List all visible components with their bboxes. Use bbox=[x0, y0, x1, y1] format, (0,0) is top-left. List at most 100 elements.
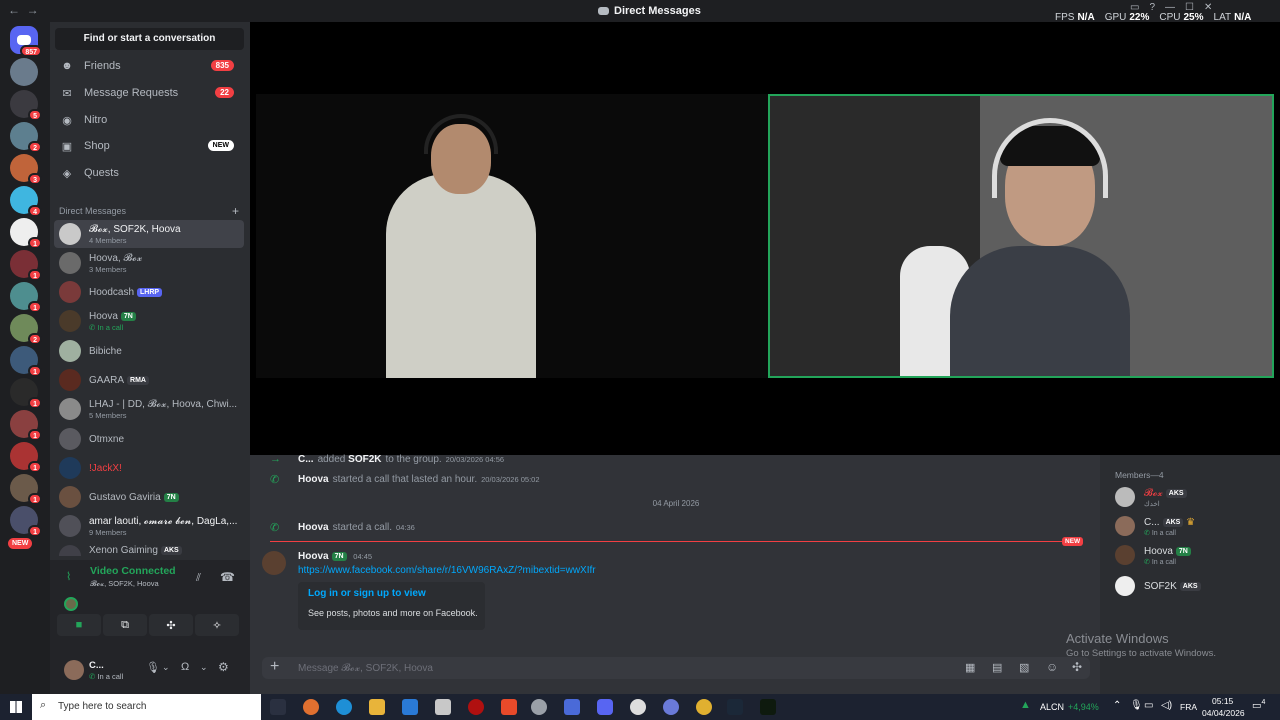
activities-button[interactable]: ✣ bbox=[149, 614, 193, 636]
server-icon[interactable]: 3 bbox=[10, 154, 42, 185]
message-author[interactable]: Hoova 7N 04:45 bbox=[298, 551, 372, 562]
clock-date[interactable]: 04/04/2026 bbox=[1202, 708, 1245, 718]
nav-arrows[interactable]: ← → bbox=[8, 3, 39, 17]
nav-nitro[interactable]: ◉ Nitro bbox=[54, 108, 244, 132]
dm-item[interactable]: Gustavo Gaviria 7N bbox=[54, 483, 244, 511]
member-item[interactable]: 𝓑𝓸𝔁 AKS اخدك bbox=[1115, 487, 1275, 511]
camera-icon: ■ bbox=[75, 619, 83, 631]
copilot-icon[interactable] bbox=[303, 699, 319, 715]
apps-icon[interactable]: ✣ bbox=[1072, 660, 1082, 674]
server-icon[interactable]: 5 bbox=[10, 90, 42, 121]
dm-item[interactable]: Hoova, 𝓑𝓸𝔁 3 Members bbox=[54, 249, 244, 277]
app-icon[interactable] bbox=[564, 699, 580, 715]
app-icon[interactable] bbox=[468, 699, 484, 715]
notifications-icon[interactable]: ▭4 bbox=[1252, 699, 1265, 711]
headphones-icon[interactable]: Ω bbox=[181, 661, 189, 673]
dm-item[interactable]: amar laouti, 𝓸𝓶𝓪𝓻𝓮 𝓫𝓮𝓷, DagLa,... 9 Membe… bbox=[54, 512, 244, 540]
task-view-icon[interactable] bbox=[270, 699, 286, 715]
disconnect-icon[interactable]: ☎ bbox=[220, 570, 235, 584]
gift-icon[interactable]: ▦ bbox=[965, 661, 975, 674]
nav-friends[interactable]: ☻ Friends 835 bbox=[54, 54, 244, 78]
server-icon[interactable] bbox=[10, 58, 38, 86]
nav-message-requests[interactable]: ✉ Message Requests 22 bbox=[54, 81, 244, 105]
member-item[interactable]: SOF2K AKS bbox=[1115, 576, 1275, 600]
server-icon[interactable]: 1 bbox=[10, 218, 42, 249]
mic-icon[interactable]: 🎙︎ bbox=[146, 661, 160, 674]
dm-item[interactable]: !JackX! bbox=[54, 454, 244, 482]
voice-channel[interactable]: 𝓑𝓸𝔁, SOF2K, Hoova bbox=[90, 579, 159, 589]
message-input[interactable]: Message 𝓑𝓸𝔁, SOF2K, Hoova bbox=[298, 663, 433, 674]
noise-suppression-icon[interactable]: ⫽ bbox=[196, 572, 201, 585]
dm-item[interactable]: Otmxne bbox=[54, 425, 244, 453]
home-button[interactable]: 857 bbox=[10, 26, 42, 57]
brave-icon[interactable] bbox=[501, 699, 517, 715]
volume-icon[interactable]: ◁) bbox=[1161, 700, 1172, 711]
terminal-icon[interactable] bbox=[760, 699, 776, 715]
app-icon[interactable] bbox=[531, 699, 547, 715]
attach-plus-icon[interactable]: + bbox=[270, 658, 279, 676]
edge-icon[interactable] bbox=[336, 699, 352, 715]
user-avatar[interactable] bbox=[64, 660, 84, 680]
dm-item[interactable]: Bibiche bbox=[54, 337, 244, 365]
dm-item[interactable]: Xenon Gaiming AKS bbox=[54, 542, 244, 556]
participant-video-sof2k[interactable] bbox=[768, 94, 1274, 378]
chevron-down-icon[interactable]: ⌄ bbox=[162, 662, 170, 673]
gif-icon[interactable]: ▤ bbox=[992, 661, 1002, 674]
participant-video-hoova[interactable] bbox=[256, 94, 768, 378]
soundboard-button[interactable]: ✧ bbox=[195, 614, 239, 636]
server-icon[interactable]: 1 bbox=[10, 410, 42, 441]
sticker-icon[interactable]: ▧ bbox=[1019, 661, 1029, 674]
message-link[interactable]: https://www.facebook.com/share/r/16VW96R… bbox=[298, 565, 596, 576]
member-item[interactable]: C... AKS ♛ ✆ In a call bbox=[1115, 516, 1275, 540]
screen-share-icon: ⧉ bbox=[121, 618, 129, 631]
language-indicator[interactable]: FRA bbox=[1180, 702, 1197, 712]
server-icon[interactable]: 1 bbox=[10, 442, 42, 473]
windows-taskbar: ⌕ Type here to search ▲ ALCN +4,94% ⌃ 🎙︎… bbox=[0, 694, 1280, 720]
obs-icon[interactable] bbox=[630, 699, 646, 715]
settings-gear-icon[interactable]: ⚙ bbox=[218, 660, 229, 674]
stock-change: +4,94% bbox=[1068, 702, 1099, 712]
store-icon[interactable] bbox=[435, 699, 451, 715]
avatar bbox=[59, 281, 81, 303]
nav-quests[interactable]: ◈ Quests bbox=[54, 161, 244, 185]
server-icon[interactable]: 1 bbox=[10, 506, 42, 537]
dm-item[interactable]: Hoova 7N ✆ In a call bbox=[54, 307, 244, 335]
network-icon[interactable]: ▭ bbox=[1144, 700, 1153, 711]
server-icon[interactable]: 1 bbox=[10, 474, 42, 505]
file-explorer-icon[interactable] bbox=[369, 699, 385, 715]
app-icon[interactable] bbox=[663, 699, 679, 715]
new-servers-badge[interactable]: NEW bbox=[8, 538, 33, 549]
chevron-down-icon[interactable]: ⌄ bbox=[200, 662, 208, 673]
camera-button[interactable]: ■ bbox=[57, 614, 101, 636]
embed-title[interactable]: Log in or sign up to view bbox=[308, 588, 426, 599]
create-dm-icon[interactable]: + bbox=[232, 204, 239, 218]
dm-item[interactable]: 𝓑𝓸𝔁, SOF2K, Hoova 4 Members bbox=[54, 220, 244, 248]
server-icon[interactable]: 4 bbox=[10, 186, 42, 217]
discord-taskbar-icon[interactable] bbox=[597, 699, 613, 715]
taskbar-search[interactable]: ⌕ Type here to search bbox=[32, 694, 261, 720]
nav-shop[interactable]: ▣ Shop NEW bbox=[54, 134, 244, 158]
message-avatar[interactable] bbox=[262, 551, 286, 575]
stock-ticker[interactable]: ALCN bbox=[1040, 702, 1064, 712]
windows-start-icon[interactable] bbox=[10, 701, 22, 713]
server-icon[interactable]: 1 bbox=[10, 378, 42, 409]
dm-item[interactable]: GAARA RMA bbox=[54, 366, 244, 394]
mic-tray-icon[interactable]: 🎙︎ bbox=[1130, 700, 1143, 711]
clock-time[interactable]: 05:15 bbox=[1212, 696, 1233, 706]
member-item[interactable]: Hoova 7N ✆ In a call bbox=[1115, 545, 1275, 569]
tray-chevron-icon[interactable]: ⌃ bbox=[1113, 700, 1121, 711]
avatar bbox=[59, 515, 81, 537]
dm-item[interactable]: Hoodcash LHRP bbox=[54, 278, 244, 306]
server-icon[interactable]: 1 bbox=[10, 250, 42, 281]
chrome-icon[interactable] bbox=[696, 699, 712, 715]
server-icon[interactable]: 1 bbox=[10, 282, 42, 313]
server-icon[interactable]: 2 bbox=[10, 314, 42, 345]
dm-item[interactable]: LHAJ - | DD, 𝓑𝓸𝔁, Hoova, Chwi... 5 Member… bbox=[54, 395, 244, 423]
screen-share-button[interactable]: ⧉ bbox=[103, 614, 147, 636]
server-icon[interactable]: 1 bbox=[10, 346, 42, 377]
find-conversation-button[interactable]: Find or start a conversation bbox=[55, 28, 244, 50]
steam-icon[interactable] bbox=[727, 699, 743, 715]
emoji-icon[interactable]: ☺ bbox=[1046, 660, 1058, 674]
server-icon[interactable]: 2 bbox=[10, 122, 42, 153]
mail-app-icon[interactable] bbox=[402, 699, 418, 715]
